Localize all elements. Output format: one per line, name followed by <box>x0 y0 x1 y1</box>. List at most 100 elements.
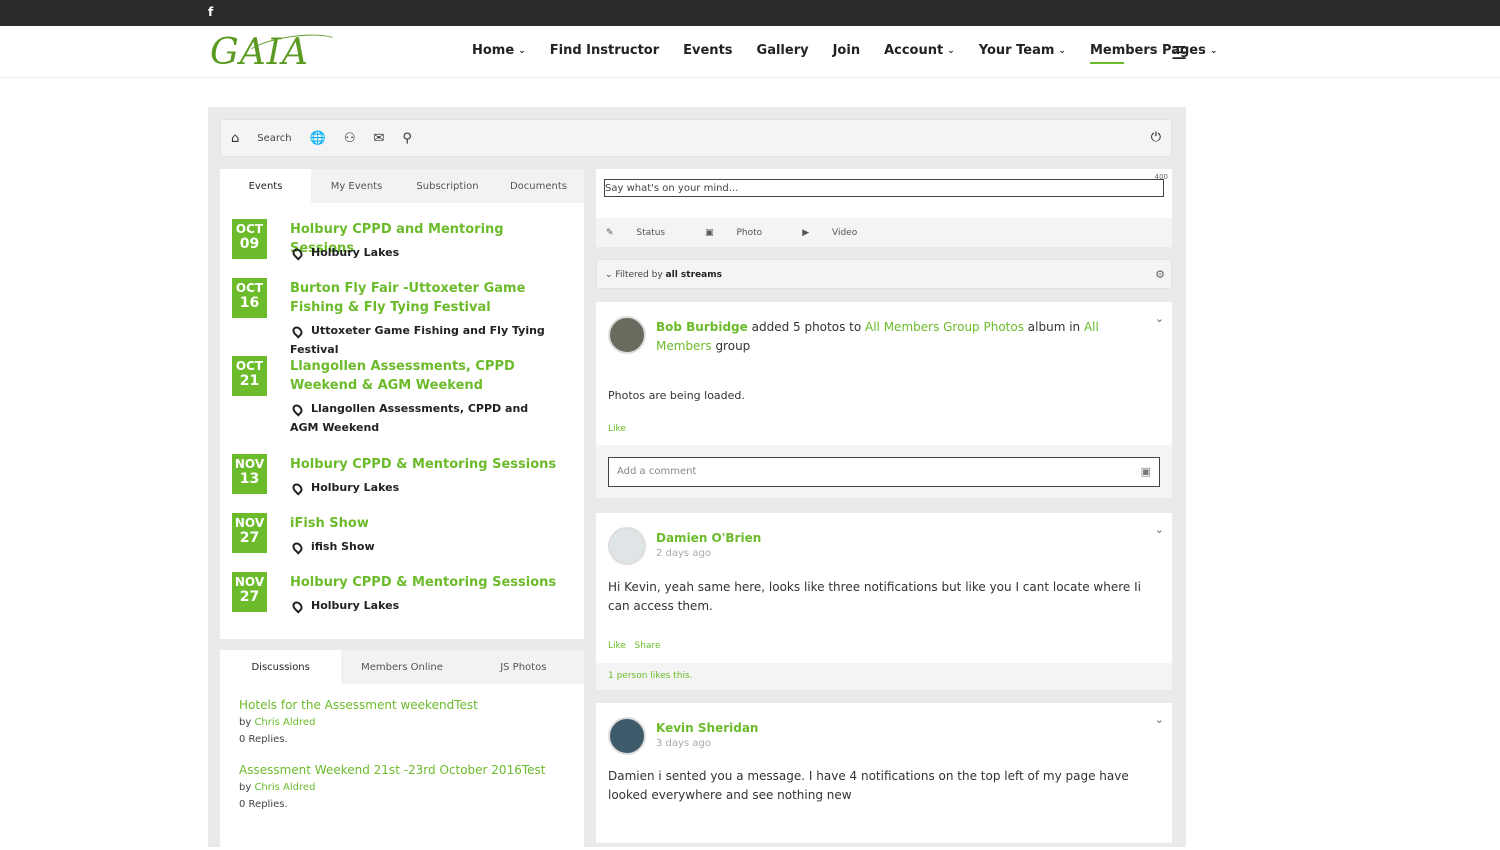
post-author[interactable]: Damien O'Brien <box>656 531 761 545</box>
power-icon[interactable]: ⏻ <box>1151 130 1161 145</box>
location-pin-icon <box>290 480 305 496</box>
chevron-down-icon: ⌄ <box>1058 45 1066 56</box>
event-day: 16 <box>239 295 260 311</box>
nav-your-team[interactable]: Your Team ⌄ <box>979 43 1066 58</box>
comment-area: Add a comment ▣ <box>596 445 1172 498</box>
hamburger-menu-icon[interactable]: ☰ <box>1171 43 1187 64</box>
status-button[interactable]: ✎ Status <box>606 228 685 238</box>
discussion-item: Assessment Weekend 21st -23rd October 20… <box>239 763 584 810</box>
photo-label: Photo <box>736 227 763 238</box>
discussion-title[interactable]: Assessment Weekend 21st -23rd October 20… <box>239 763 584 777</box>
photo-button[interactable]: ▣ Photo <box>705 228 782 238</box>
chevron-down-icon[interactable]: ⌄ <box>1155 523 1164 536</box>
comment-placeholder: Add a comment <box>617 466 697 477</box>
event-title[interactable]: Burton Fly Fair -Uttoxeter Game Fishing … <box>290 279 570 317</box>
post-author[interactable]: Bob Burbidge <box>656 320 748 334</box>
nav-find-instructor[interactable]: Find Instructor <box>550 43 659 58</box>
event-day: 09 <box>239 236 260 252</box>
top-bar: f <box>0 0 1500 26</box>
event-title[interactable]: Llangollen Assessments, CPPD Weekend & A… <box>290 357 570 395</box>
pencil-icon: ✎ <box>606 227 614 238</box>
stream-filter[interactable]: ⌄ Filtered by all streams ⚙ <box>596 259 1172 289</box>
video-icon: ▶ <box>802 227 810 238</box>
post-text: album in <box>1023 320 1084 334</box>
discussion-title[interactable]: Hotels for the Assessment weekendTest <box>239 698 584 712</box>
location-pin-icon <box>290 598 305 614</box>
event-location-text: Holbury Lakes <box>311 246 400 259</box>
nav-members-pages[interactable]: Members Pages ⌄ <box>1089 43 1217 64</box>
location-pin-icon <box>290 323 305 339</box>
discussion-author[interactable]: Chris Aldred <box>254 717 315 728</box>
like-link[interactable]: Like <box>608 641 626 651</box>
post-actions: Like Share <box>608 641 661 651</box>
mail-icon[interactable]: ✉ <box>373 131 384 146</box>
composer-actions: ✎ Status ▣ Photo ▶ Video <box>596 218 1172 247</box>
gear-icon[interactable]: ⚙ <box>1155 268 1165 281</box>
avatar[interactable] <box>608 527 646 565</box>
post-body: Photos are being loaded. <box>608 389 745 402</box>
byline-prefix: by <box>239 717 252 728</box>
filter-prefix: Filtered by <box>615 270 663 280</box>
toolbar-search[interactable]: Search <box>257 133 291 144</box>
post-header: Damien O'Brien <box>656 529 1126 548</box>
status-input[interactable]: Say what's on your mind... <box>604 179 1164 197</box>
chevron-down-icon[interactable]: ⌄ <box>1155 312 1164 325</box>
event-location: Holbury Lakes <box>290 243 399 262</box>
event-location: ifish Show <box>290 537 375 556</box>
nav-gallery[interactable]: Gallery <box>757 43 809 58</box>
nav-join[interactable]: Join <box>833 43 860 58</box>
tab-subscription[interactable]: Subscription <box>402 169 493 203</box>
discussions-panel: Discussions Members Online JS Photos Hot… <box>220 650 584 850</box>
share-link[interactable]: Share <box>635 641 661 651</box>
tab-js-photos[interactable]: JS Photos <box>463 650 584 684</box>
event-month: OCT <box>235 222 264 236</box>
nav-account[interactable]: Account ⌄ <box>884 43 955 58</box>
filter-value: all streams <box>665 270 722 280</box>
nav-events[interactable]: Events <box>683 43 732 58</box>
friends-icon[interactable]: ⚇ <box>344 131 356 146</box>
tab-events[interactable]: Events <box>220 169 311 203</box>
discussion-byline: by Chris Aldred <box>239 717 584 728</box>
discussion-author[interactable]: Chris Aldred <box>254 782 315 793</box>
event-title[interactable]: iFish Show <box>290 514 570 533</box>
chevron-down-icon: ⌄ <box>518 45 526 56</box>
event-month: OCT <box>235 281 264 295</box>
activity-post: Damien O'Brien 2 days ago ⌄ Hi Kevin, ye… <box>596 513 1172 690</box>
tab-members-online[interactable]: Members Online <box>341 650 462 684</box>
album-link[interactable]: All Members Group Photos <box>865 320 1024 334</box>
video-button[interactable]: ▶ Video <box>802 228 877 238</box>
event-date-badge: OCT 21 <box>232 356 267 396</box>
chevron-down-icon[interactable]: ⌄ <box>1155 713 1164 726</box>
avatar[interactable] <box>608 717 646 755</box>
tab-documents[interactable]: Documents <box>493 169 584 203</box>
tab-my-events[interactable]: My Events <box>311 169 402 203</box>
discussion-replies: 0 Replies. <box>239 734 288 745</box>
facebook-icon[interactable]: f <box>208 5 213 19</box>
camera-icon[interactable]: ▣ <box>1141 465 1151 478</box>
community-toolbar: ⌂ Search 🌐 ⚇ ✉ ⚲ ⏻ <box>220 119 1172 157</box>
post-text: group <box>711 339 751 353</box>
nav-home[interactable]: Home ⌄ <box>472 43 526 58</box>
tab-discussions[interactable]: Discussions <box>220 650 342 684</box>
search-icon[interactable]: ⚲ <box>402 131 412 146</box>
site-header: GAIA Home ⌄ Find Instructor Events Galler… <box>0 26 1500 78</box>
event-title[interactable]: Holbury CPPD & Mentoring Sessions <box>290 573 570 592</box>
home-icon[interactable]: ⌂ <box>231 131 239 146</box>
likes-count[interactable]: 1 person likes this. <box>608 671 693 681</box>
event-month: NOV <box>234 457 265 471</box>
discussion-item: Hotels for the Assessment weekendTest by… <box>239 698 584 745</box>
event-day: 27 <box>239 589 260 605</box>
avatar[interactable] <box>608 316 646 354</box>
post-body: Damien i sented you a message. I have 4 … <box>608 769 1129 802</box>
location-pin-icon <box>290 245 305 261</box>
globe-icon[interactable]: 🌐 <box>310 131 326 146</box>
post-author[interactable]: Kevin Sheridan <box>656 721 758 735</box>
event-title[interactable]: Holbury CPPD & Mentoring Sessions <box>290 455 570 474</box>
event-location-text: ifish Show <box>311 540 375 553</box>
event-item: OCT 16 Burton Fly Fair -Uttoxeter Game Fi… <box>220 278 584 356</box>
like-link[interactable]: Like <box>608 424 626 434</box>
location-pin-icon <box>290 401 305 417</box>
nav-find-instructor-label: Find Instructor <box>549 43 660 58</box>
comment-input[interactable]: Add a comment ▣ <box>608 457 1160 487</box>
event-location: Holbury Lakes <box>290 596 399 615</box>
